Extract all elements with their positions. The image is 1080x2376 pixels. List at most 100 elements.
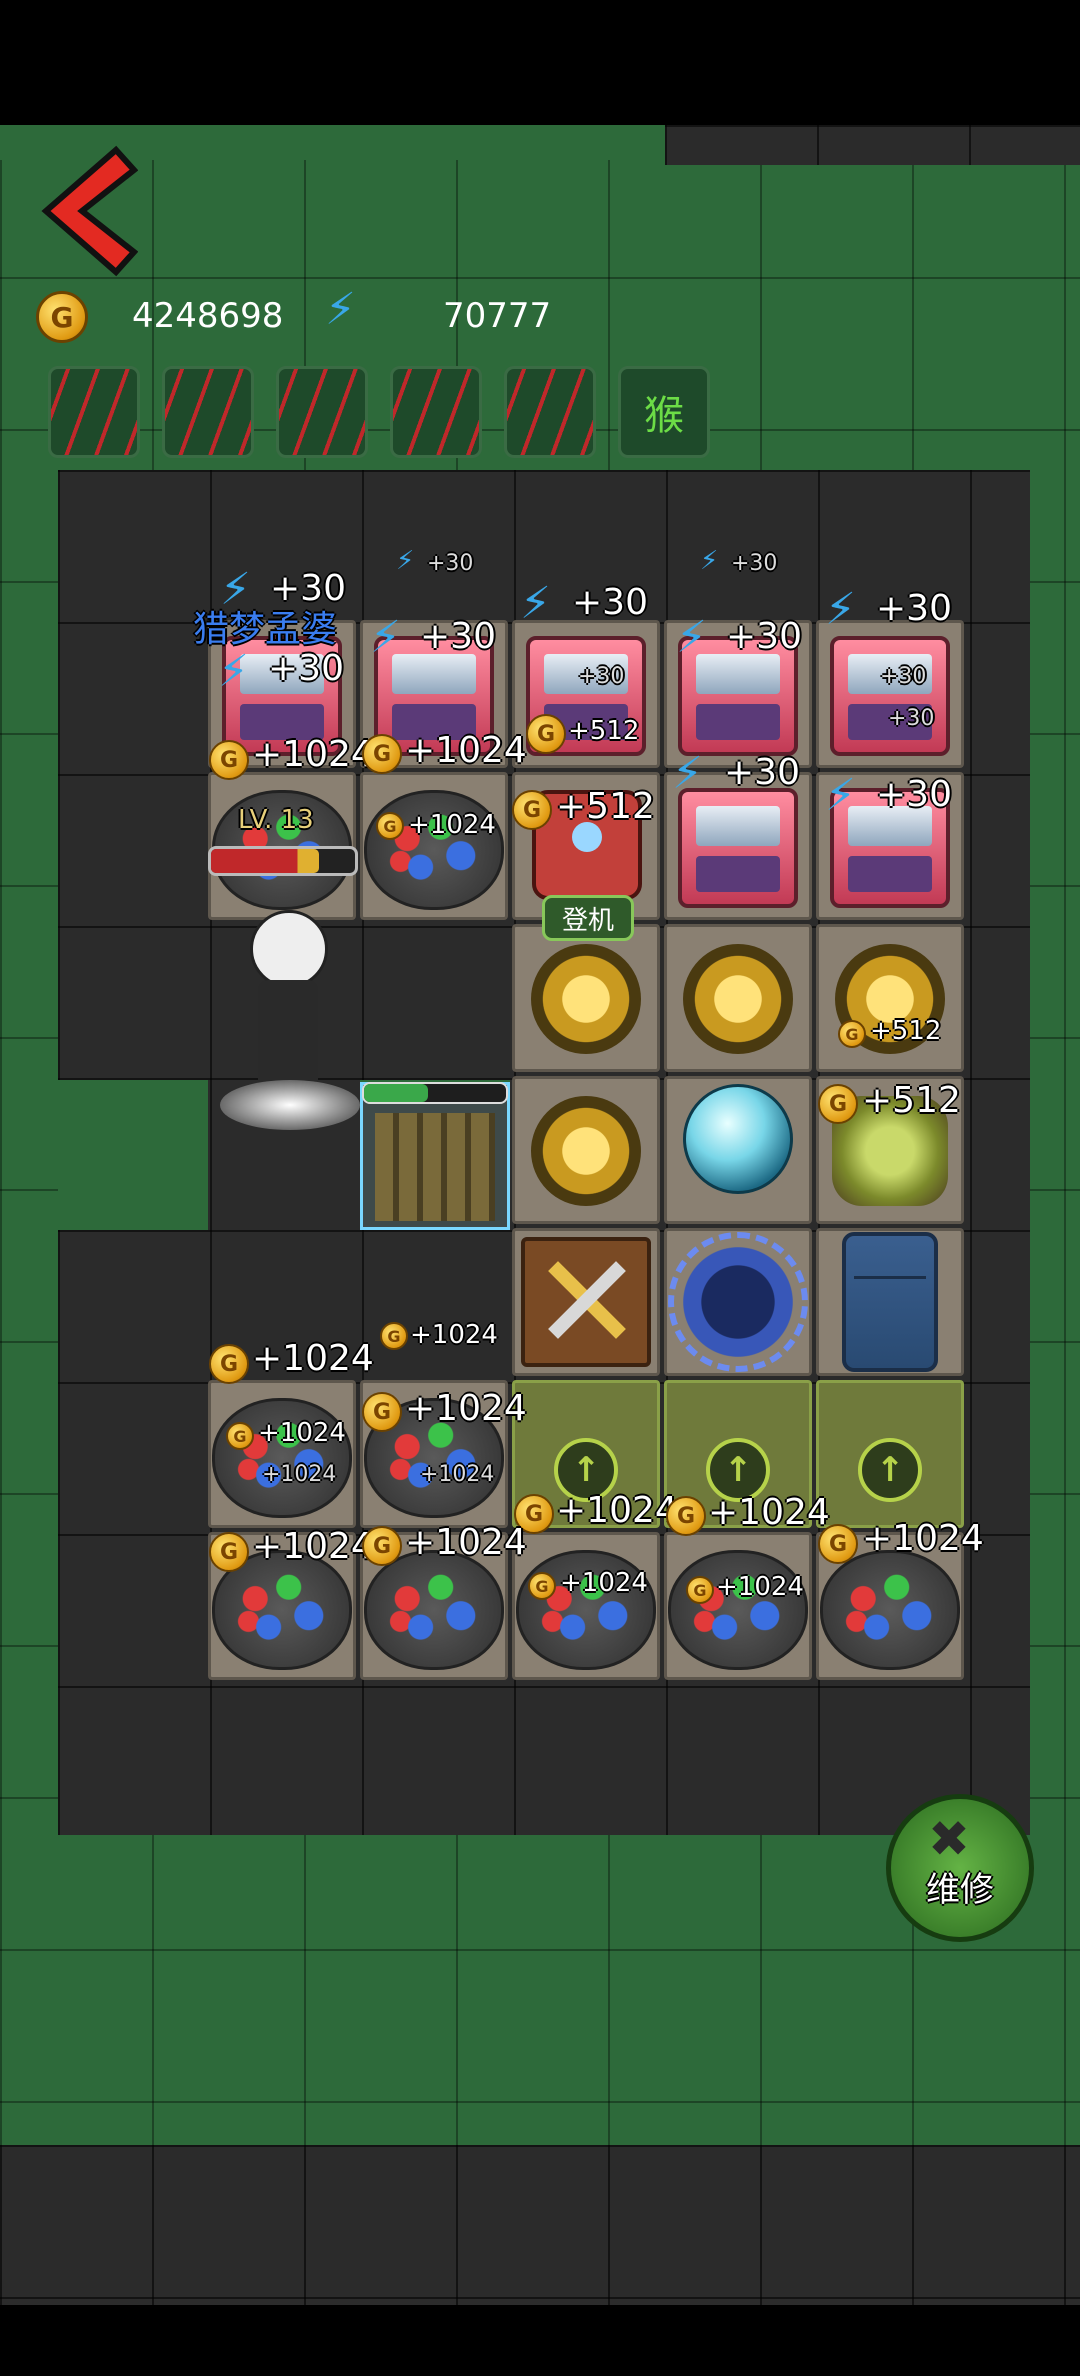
lightning-icon: ⚡ bbox=[676, 612, 707, 663]
wall-top-right bbox=[665, 125, 1080, 165]
gold-coin-icon: G bbox=[512, 790, 552, 830]
energy-icon: ⚡ bbox=[325, 284, 356, 335]
coin-popup: +1024 bbox=[716, 1572, 804, 1602]
gold-coin-icon: G bbox=[362, 1526, 402, 1566]
gold-coin-icon: G bbox=[528, 1572, 556, 1600]
repair-label: 维修 bbox=[926, 1870, 994, 1910]
arcade-machine[interactable] bbox=[678, 788, 798, 908]
energy-popup: +30 bbox=[572, 582, 648, 623]
coin-popup: +1024 bbox=[252, 734, 374, 775]
coin-bed[interactable] bbox=[531, 944, 641, 1054]
toolbox[interactable] bbox=[521, 1237, 651, 1367]
gold-coin-icon: G bbox=[526, 714, 566, 754]
wall-bottom bbox=[0, 2145, 1080, 2305]
gem-ore[interactable] bbox=[212, 1398, 352, 1518]
status-slot-3[interactable] bbox=[276, 366, 368, 458]
energy-popup: +30 bbox=[888, 706, 935, 731]
door-hp-fill bbox=[364, 1084, 428, 1102]
coin-popup: +1024 bbox=[262, 1462, 337, 1487]
grass-patch bbox=[58, 1080, 208, 1230]
chevron-left-icon bbox=[41, 145, 139, 277]
coin-popup: +1024 bbox=[408, 810, 496, 840]
gold-coin-icon: G bbox=[209, 1344, 249, 1384]
arcade-machine[interactable] bbox=[830, 636, 950, 756]
lightning-icon: ⚡ bbox=[218, 646, 249, 697]
coin-bed[interactable] bbox=[531, 1096, 641, 1206]
bottom-bar bbox=[0, 2305, 1080, 2376]
energy-popup: +30 bbox=[724, 752, 800, 793]
lightning-icon: ⚡ bbox=[672, 748, 703, 799]
coin-bed[interactable] bbox=[683, 944, 793, 1054]
gold-amount: 4248698 bbox=[132, 296, 284, 336]
boarding-button[interactable]: 登机 bbox=[542, 895, 634, 941]
lightning-icon: ⚡ bbox=[396, 546, 415, 576]
coin-popup: +1024 bbox=[410, 1320, 498, 1350]
coin-popup: +1024 bbox=[420, 1462, 495, 1487]
lightning-icon: ⚡ bbox=[825, 584, 856, 635]
coin-popup: +1024 bbox=[258, 1418, 346, 1448]
gold-coin-icon: G bbox=[376, 812, 404, 840]
door[interactable] bbox=[360, 1082, 510, 1230]
energy-popup: +30 bbox=[427, 551, 474, 576]
coin-popup: +1024 bbox=[405, 1522, 527, 1563]
lightning-icon: ⚡ bbox=[370, 612, 401, 663]
gold-coin-icon: G bbox=[818, 1084, 858, 1124]
spike-trap[interactable] bbox=[668, 1232, 808, 1372]
claw-icon bbox=[165, 369, 251, 455]
gem-ore[interactable] bbox=[364, 1550, 504, 1670]
gem-ore[interactable] bbox=[668, 1550, 808, 1670]
gold-coin-icon: G bbox=[226, 1422, 254, 1450]
storage-fridge[interactable] bbox=[842, 1232, 938, 1372]
status-slot-2[interactable] bbox=[162, 366, 254, 458]
coin-popup: +1024 bbox=[862, 1518, 984, 1559]
coin-popup: +1024 bbox=[556, 1490, 678, 1531]
status-slot-1[interactable] bbox=[48, 366, 140, 458]
gold-coin-icon: G bbox=[666, 1496, 706, 1536]
player-level: LV. 13 bbox=[238, 805, 314, 835]
energy-amount: 70777 bbox=[443, 296, 552, 336]
player-hp-fill bbox=[211, 849, 319, 873]
wrench-gear-icon: ✖ bbox=[928, 1810, 970, 1868]
plasma-orb-turret[interactable] bbox=[683, 1084, 793, 1194]
lightning-icon: ⚡ bbox=[220, 564, 251, 615]
back-button[interactable] bbox=[38, 142, 139, 280]
coin-popup: +512 bbox=[870, 1016, 942, 1046]
lightning-icon: ⚡ bbox=[825, 770, 856, 821]
door-hp-bar bbox=[362, 1082, 508, 1104]
gold-coin-icon: G bbox=[380, 1322, 408, 1350]
lightning-icon: ⚡ bbox=[700, 546, 719, 576]
gem-ore[interactable] bbox=[364, 790, 504, 910]
status-slot-4[interactable] bbox=[390, 366, 482, 458]
claw-icon bbox=[279, 369, 365, 455]
energy-popup: +30 bbox=[268, 648, 344, 689]
player-hp-bar bbox=[208, 846, 358, 876]
status-slot-6[interactable]: 猴 bbox=[618, 366, 710, 458]
energy-popup: +30 bbox=[270, 568, 346, 609]
energy-popup: +30 bbox=[578, 664, 625, 689]
coin-popup: +1024 bbox=[560, 1568, 648, 1598]
player-character[interactable] bbox=[220, 910, 360, 1130]
coin-popup: +512 bbox=[862, 1080, 961, 1121]
coin-popup: +1024 bbox=[405, 730, 527, 771]
coin-popup: +1024 bbox=[708, 1492, 830, 1533]
claw-icon bbox=[393, 369, 479, 455]
gold-coin-icon: G bbox=[362, 734, 402, 774]
monkey-icon: 猴 bbox=[644, 393, 684, 439]
coin-popup: +512 bbox=[568, 716, 640, 746]
energy-popup: +30 bbox=[731, 551, 778, 576]
coin-popup: +1024 bbox=[405, 1388, 527, 1429]
gold-coin-icon: G bbox=[209, 740, 249, 780]
gem-ore[interactable] bbox=[820, 1550, 960, 1670]
gold-coin-icon: G bbox=[838, 1020, 866, 1048]
coin-popup: +1024 bbox=[252, 1526, 374, 1567]
gold-coin-icon: G bbox=[686, 1576, 714, 1604]
claw-icon bbox=[51, 369, 137, 455]
energy-popup: +30 bbox=[726, 616, 802, 657]
gold-coin-icon: G bbox=[36, 291, 88, 343]
energy-popup: +30 bbox=[880, 664, 927, 689]
lightning-icon: ⚡ bbox=[520, 578, 551, 629]
upgrade-button[interactable]: ↑ bbox=[858, 1438, 922, 1502]
status-slot-5[interactable] bbox=[504, 366, 596, 458]
energy-popup: +30 bbox=[876, 588, 952, 629]
gold-coin-icon: G bbox=[362, 1392, 402, 1432]
